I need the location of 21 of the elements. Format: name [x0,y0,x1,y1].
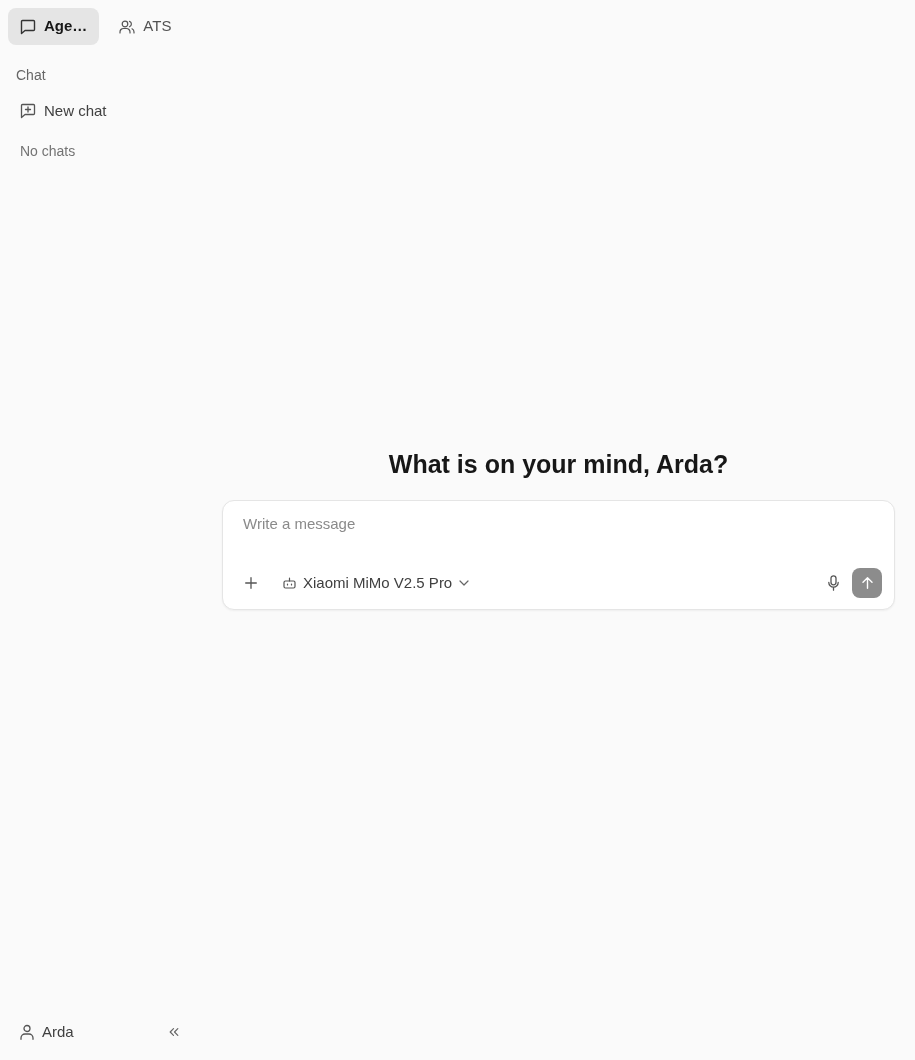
sidebar-tab[interactable]: Age… [8,8,100,45]
people-icon [119,19,136,34]
section-title: Chat [16,66,46,85]
robot-icon [283,577,296,589]
send-button[interactable] [852,568,882,598]
sidebar-tab[interactable]: ATS [107,8,184,45]
chat-plus-icon [20,103,36,119]
user-icon [20,1024,34,1040]
new-chat-button[interactable]: New chat [8,93,194,129]
greeting-heading: What is on your mind, Arda? [388,449,729,480]
chevron-down-icon [459,580,470,586]
plus-icon [245,577,257,589]
arrow-up-icon [861,577,873,589]
user-menu-button[interactable]: Arda [8,1016,86,1048]
double-chevron-left-icon [169,1028,179,1036]
empty-state-text: No chats [20,142,76,161]
message-composer[interactable]: Write a message Xiaomi MiMo V2.5 Pro [222,500,895,610]
microphone-icon [827,575,839,591]
model-selector[interactable]: Xiaomi MiMo V2.5 Pro [275,567,478,599]
message-input[interactable]: Write a message [223,501,894,561]
speech-bubble-icon [20,18,36,35]
